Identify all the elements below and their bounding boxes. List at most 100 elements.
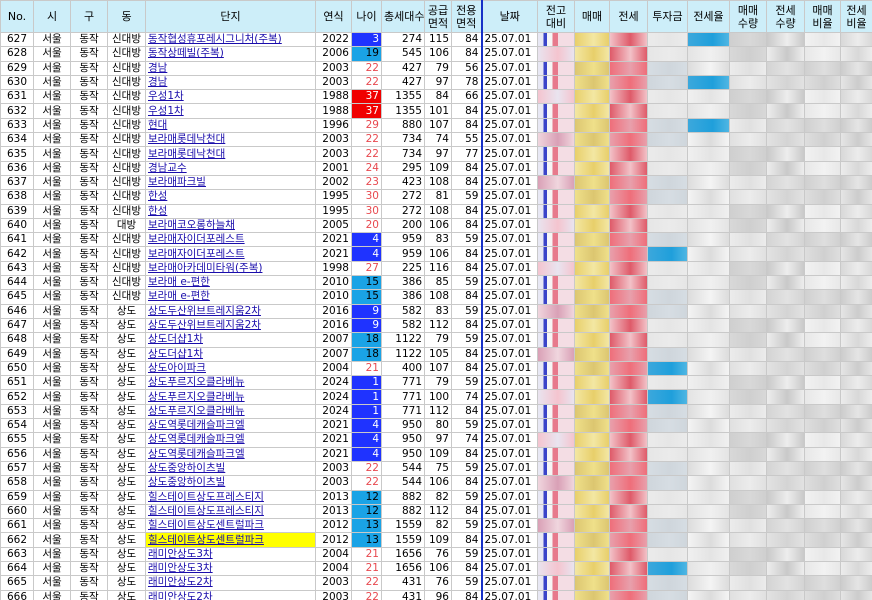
cell-masked-value[interactable] bbox=[647, 403, 688, 420]
cell-neighborhood[interactable]: 신대방 bbox=[107, 31, 146, 48]
cell-exclusive-area[interactable]: 74 bbox=[451, 432, 482, 448]
cell-masked-value[interactable] bbox=[804, 546, 841, 562]
cell-masked-value[interactable] bbox=[647, 503, 688, 520]
cell-masked-value[interactable] bbox=[687, 460, 730, 477]
cell-masked-value[interactable] bbox=[840, 103, 872, 119]
cell-district[interactable]: 동작 bbox=[70, 189, 108, 205]
cell-district[interactable]: 동작 bbox=[70, 31, 108, 48]
cell-masked-value[interactable] bbox=[537, 303, 575, 319]
cell-total-units[interactable]: 272 bbox=[381, 189, 425, 205]
cell-masked-value[interactable] bbox=[687, 446, 730, 462]
col-header-complex[interactable]: 단지 bbox=[145, 0, 316, 33]
cell-exclusive-area[interactable]: 84 bbox=[451, 503, 482, 520]
cell-total-units[interactable]: 582 bbox=[381, 303, 425, 319]
cell-masked-value[interactable] bbox=[537, 360, 575, 377]
cell-complex-name[interactable]: 동작상떼빌(주복) bbox=[145, 46, 316, 62]
cell-complex-name[interactable]: 상도더샵1차 bbox=[145, 346, 316, 362]
cell-date[interactable]: 25.07.01 bbox=[480, 132, 538, 148]
cell-supply-area[interactable]: 97 bbox=[424, 432, 452, 448]
cell-row-number[interactable]: 656 bbox=[0, 446, 34, 462]
cell-city[interactable]: 서울 bbox=[33, 203, 71, 219]
cell-supply-area[interactable]: 109 bbox=[424, 532, 452, 548]
cell-city[interactable]: 서울 bbox=[33, 46, 71, 62]
cell-exclusive-area[interactable]: 84 bbox=[451, 360, 482, 377]
cell-masked-value[interactable] bbox=[804, 289, 841, 305]
cell-masked-value[interactable] bbox=[766, 46, 805, 62]
cell-complex-name[interactable]: 보라매파크빌 bbox=[145, 174, 316, 191]
cell-city[interactable]: 서울 bbox=[33, 132, 71, 148]
cell-built-year[interactable]: 2021 bbox=[315, 232, 352, 248]
cell-neighborhood[interactable]: 상도 bbox=[107, 503, 146, 520]
cell-masked-value[interactable] bbox=[840, 232, 872, 248]
cell-masked-value[interactable] bbox=[840, 418, 872, 434]
cell-masked-value[interactable] bbox=[609, 103, 648, 119]
cell-masked-value[interactable] bbox=[574, 560, 610, 577]
cell-age[interactable]: 37 bbox=[351, 103, 382, 119]
cell-complex-name[interactable]: 우성1차 bbox=[145, 89, 316, 105]
cell-masked-value[interactable] bbox=[574, 575, 610, 591]
cell-neighborhood[interactable]: 상도 bbox=[107, 546, 146, 562]
cell-city[interactable]: 서울 bbox=[33, 418, 71, 434]
cell-masked-value[interactable] bbox=[766, 303, 805, 319]
cell-supply-area[interactable]: 75 bbox=[424, 460, 452, 477]
cell-total-units[interactable]: 225 bbox=[381, 260, 425, 277]
cell-masked-value[interactable] bbox=[647, 217, 688, 234]
cell-masked-value[interactable] bbox=[766, 403, 805, 420]
cell-masked-value[interactable] bbox=[729, 489, 767, 505]
cell-built-year[interactable]: 2012 bbox=[315, 532, 352, 548]
cell-age[interactable]: 18 bbox=[351, 346, 382, 362]
cell-city[interactable]: 서울 bbox=[33, 174, 71, 191]
cell-exclusive-area[interactable]: 59 bbox=[451, 575, 482, 591]
cell-exclusive-area[interactable]: 84 bbox=[451, 317, 482, 334]
cell-masked-value[interactable] bbox=[766, 132, 805, 148]
cell-masked-value[interactable] bbox=[804, 146, 841, 162]
cell-supply-area[interactable]: 97 bbox=[424, 74, 452, 91]
cell-masked-value[interactable] bbox=[647, 346, 688, 362]
cell-neighborhood[interactable]: 상도 bbox=[107, 589, 146, 600]
cell-total-units[interactable]: 423 bbox=[381, 174, 425, 191]
cell-age[interactable]: 22 bbox=[351, 132, 382, 148]
table-row[interactable]: 648 서울 동작 상도 상도더샵1차 2007 18 1122 79 59 25.07.01 bbox=[0, 332, 872, 348]
cell-age[interactable]: 37 bbox=[351, 89, 382, 105]
cell-masked-value[interactable] bbox=[766, 103, 805, 119]
cell-masked-value[interactable] bbox=[804, 317, 841, 334]
cell-masked-value[interactable] bbox=[729, 31, 767, 48]
cell-complex-name[interactable]: 힐스테이트상도센트럴파크 bbox=[145, 518, 316, 534]
cell-date[interactable]: 25.07.01 bbox=[480, 232, 538, 248]
cell-masked-value[interactable] bbox=[647, 489, 688, 505]
cell-masked-value[interactable] bbox=[537, 489, 575, 505]
cell-neighborhood[interactable]: 신대방 bbox=[107, 117, 146, 134]
cell-supply-area[interactable]: 108 bbox=[424, 203, 452, 219]
cell-masked-value[interactable] bbox=[766, 346, 805, 362]
cell-city[interactable]: 서울 bbox=[33, 560, 71, 577]
cell-date[interactable]: 25.07.01 bbox=[480, 432, 538, 448]
cell-district[interactable]: 동작 bbox=[70, 46, 108, 62]
cell-masked-value[interactable] bbox=[840, 560, 872, 577]
cell-masked-value[interactable] bbox=[537, 503, 575, 520]
cell-city[interactable]: 서울 bbox=[33, 432, 71, 448]
cell-masked-value[interactable] bbox=[687, 246, 730, 262]
cell-complex-name[interactable]: 보라매 e-편한 bbox=[145, 275, 316, 291]
cell-neighborhood[interactable]: 신대방 bbox=[107, 74, 146, 91]
cell-complex-name[interactable]: 상도두산위브트레지움2차 bbox=[145, 303, 316, 319]
cell-masked-value[interactable] bbox=[840, 332, 872, 348]
cell-exclusive-area[interactable]: 84 bbox=[451, 246, 482, 262]
cell-supply-area[interactable]: 100 bbox=[424, 389, 452, 405]
table-row[interactable]: 631 서울 동작 신대방 우성1차 1988 37 1355 84 66 25.07.01 bbox=[0, 89, 872, 105]
cell-age[interactable]: 21 bbox=[351, 360, 382, 377]
cell-masked-value[interactable] bbox=[647, 203, 688, 219]
cell-masked-value[interactable] bbox=[766, 31, 805, 48]
cell-built-year[interactable]: 2024 bbox=[315, 403, 352, 420]
cell-date[interactable]: 25.07.01 bbox=[480, 575, 538, 591]
cell-built-year[interactable]: 2003 bbox=[315, 132, 352, 148]
cell-exclusive-area[interactable]: 84 bbox=[451, 532, 482, 548]
cell-total-units[interactable]: 1656 bbox=[381, 546, 425, 562]
cell-row-number[interactable]: 631 bbox=[0, 89, 34, 105]
cell-complex-name[interactable]: 상도역롯데캐슬파크엘 bbox=[145, 418, 316, 434]
cell-masked-value[interactable] bbox=[766, 575, 805, 591]
cell-masked-value[interactable] bbox=[729, 589, 767, 600]
cell-date[interactable]: 25.07.01 bbox=[480, 275, 538, 291]
cell-row-number[interactable]: 658 bbox=[0, 475, 34, 491]
col-header-jeonse-rate[interactable]: 전세율 bbox=[687, 0, 730, 33]
cell-age[interactable]: 9 bbox=[351, 303, 382, 319]
